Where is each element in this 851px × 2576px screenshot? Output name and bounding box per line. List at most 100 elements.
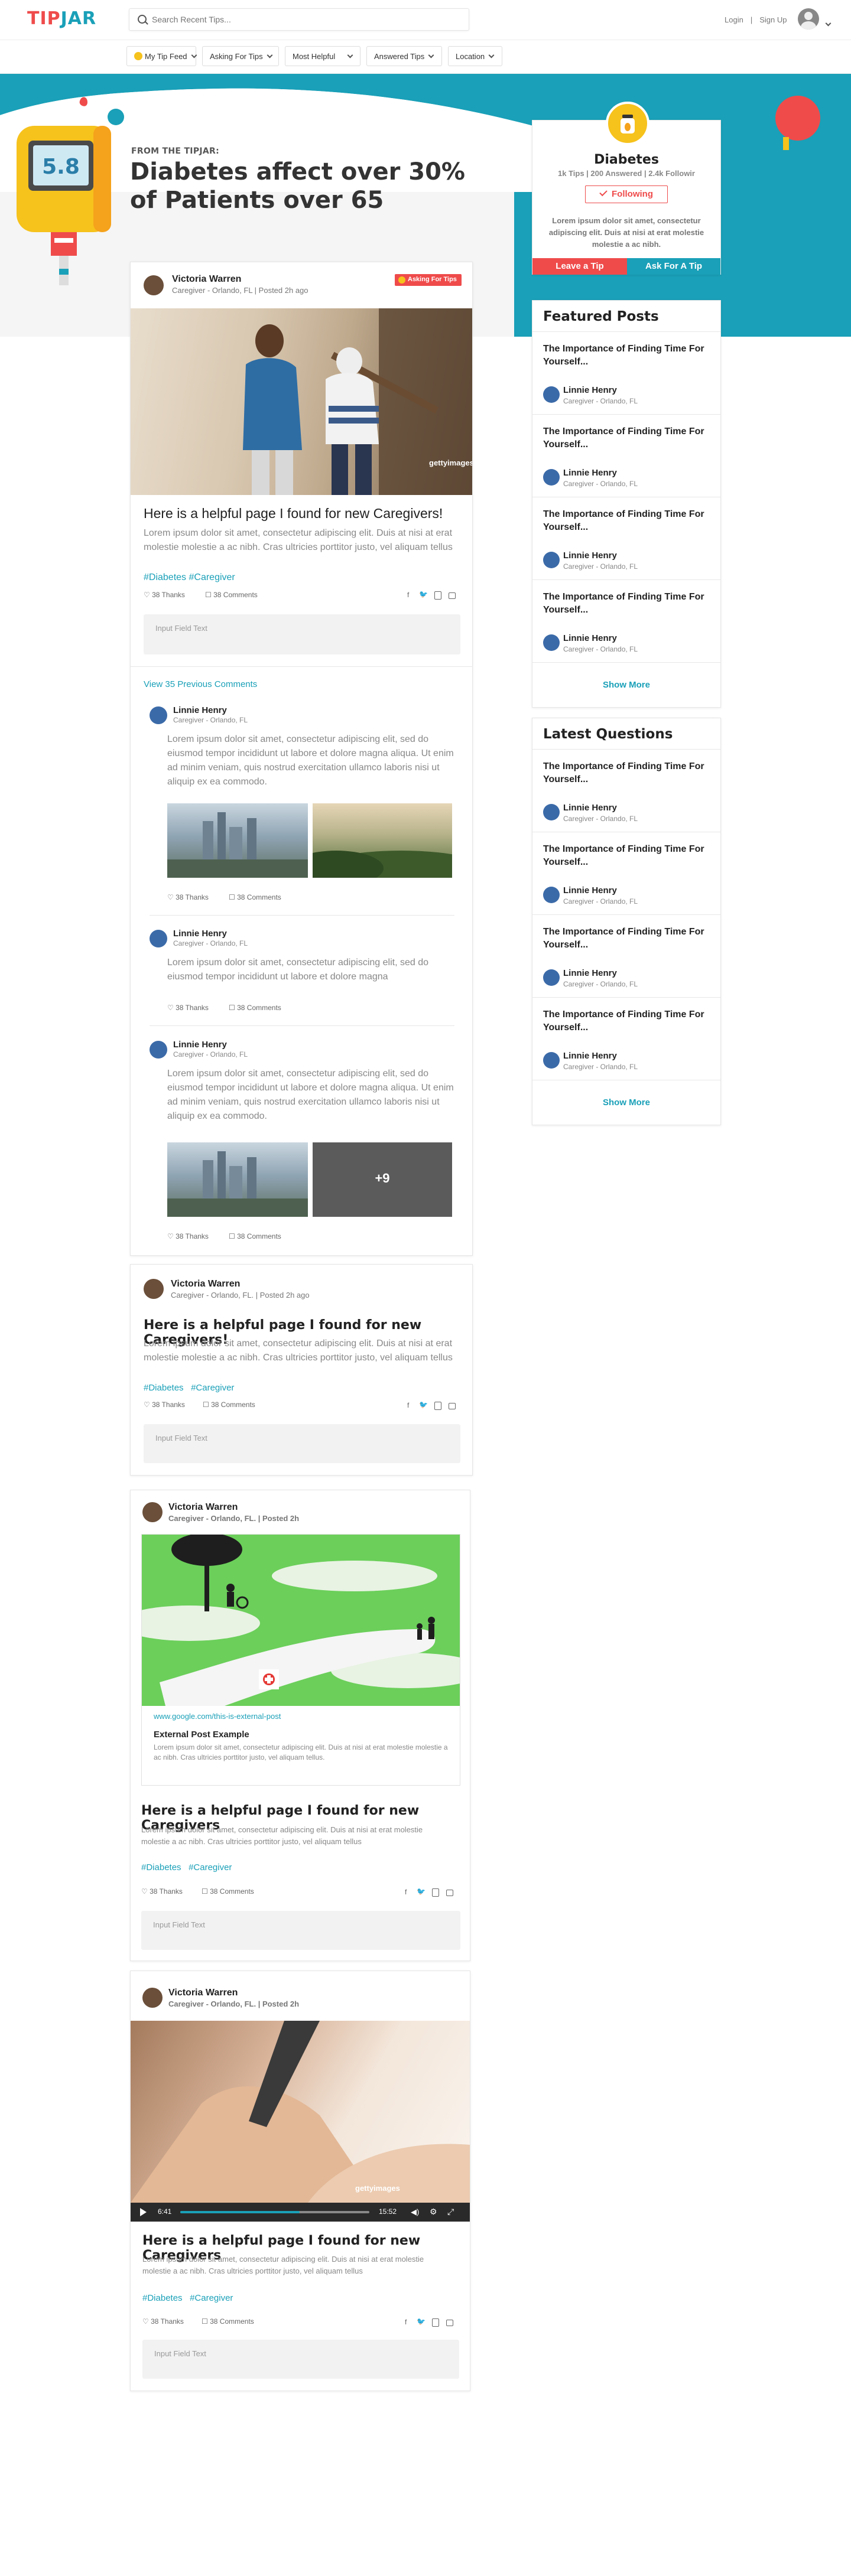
share-twitter-icon[interactable]: 🐦 bbox=[419, 1401, 428, 1409]
featured-post-item[interactable]: The Importance of Finding Time For Yours… bbox=[532, 331, 720, 414]
comment-thanks[interactable]: ♡ 38 Thanks bbox=[167, 893, 209, 901]
latest-question-item[interactable]: The Importance of Finding Time For Yours… bbox=[532, 832, 720, 914]
author-name[interactable]: Victoria Warren bbox=[168, 1988, 238, 1998]
play-icon[interactable] bbox=[140, 2208, 147, 2216]
share-facebook-icon[interactable]: f bbox=[407, 591, 409, 599]
tag-caregiver[interactable]: #Caregiver bbox=[189, 1862, 232, 1872]
comment-replies[interactable]: ☐ 38 Comments bbox=[229, 893, 281, 901]
share-twitter-icon[interactable]: 🐦 bbox=[417, 2317, 426, 2326]
commenter-avatar[interactable] bbox=[150, 1041, 167, 1059]
comment-input[interactable]: Input Field Text bbox=[142, 2340, 459, 2379]
commenter-avatar[interactable] bbox=[150, 930, 167, 947]
signup-link[interactable]: Sign Up bbox=[759, 15, 787, 24]
tag-diabetes[interactable]: #Diabetes bbox=[141, 1862, 181, 1872]
settings-gear-icon[interactable]: ⚙ bbox=[430, 2207, 437, 2217]
comment-replies[interactable]: ☐ 38 Comments bbox=[229, 1232, 281, 1240]
comment-input[interactable]: Input Field Text bbox=[141, 1911, 460, 1950]
share-facebook-icon[interactable]: f bbox=[405, 1888, 407, 1896]
comment-image-landscape[interactable] bbox=[313, 803, 452, 878]
flag-icon[interactable] bbox=[446, 1890, 453, 1896]
external-link-title[interactable]: External Post Example bbox=[154, 1730, 249, 1740]
external-link-preview[interactable]: www.google.com/this-is-external-post Ext… bbox=[141, 1534, 460, 1786]
share-facebook-icon[interactable]: f bbox=[407, 1401, 409, 1409]
commenter-avatar[interactable] bbox=[150, 706, 167, 724]
featured-post-item[interactable]: The Importance of Finding Time For Yours… bbox=[532, 497, 720, 579]
comment-image-city-skyline[interactable] bbox=[167, 1142, 308, 1217]
question-title[interactable]: The Importance of Finding Time For Yours… bbox=[543, 1008, 709, 1034]
question-title[interactable]: The Importance of Finding Time For Yours… bbox=[543, 843, 709, 869]
featured-post-title[interactable]: The Importance of Finding Time For Yours… bbox=[543, 591, 709, 617]
latest-question-item[interactable]: The Importance of Finding Time For Yours… bbox=[532, 749, 720, 832]
author-name[interactable]: Victoria Warren bbox=[168, 1502, 238, 1513]
fullscreen-icon[interactable]: ⤢ bbox=[447, 2207, 454, 2217]
featured-post-title[interactable]: The Importance of Finding Time For Yours… bbox=[543, 343, 709, 369]
video-progress-bar[interactable] bbox=[180, 2211, 369, 2213]
commenter-name[interactable]: Linnie Henry bbox=[173, 929, 227, 939]
comment-input[interactable]: Input Field Text bbox=[144, 1424, 460, 1463]
tag-diabetes[interactable]: #Diabetes bbox=[144, 1383, 184, 1393]
comment-input[interactable]: Input Field Text bbox=[144, 614, 460, 654]
comment-image-city-skyline[interactable] bbox=[167, 803, 308, 878]
comment-thanks[interactable]: ♡ 38 Thanks bbox=[167, 1004, 209, 1012]
post-title[interactable]: Here is a helpful page I found for new C… bbox=[144, 506, 463, 522]
bookmark-icon[interactable] bbox=[434, 591, 441, 600]
tag-caregiver[interactable]: #Caregiver bbox=[190, 2293, 233, 2303]
thanks-count[interactable]: ♡ 38 Thanks bbox=[141, 1887, 183, 1896]
filter-answered-tips[interactable]: Answered Tips bbox=[366, 46, 442, 66]
login-link[interactable]: Login bbox=[725, 15, 743, 24]
flag-icon[interactable] bbox=[449, 592, 456, 599]
latest-question-item[interactable]: The Importance of Finding Time For Yours… bbox=[532, 914, 720, 997]
leave-tip-button[interactable]: Leave a Tip bbox=[532, 258, 627, 275]
flag-icon[interactable] bbox=[449, 1403, 456, 1409]
featured-post-item[interactable]: The Importance of Finding Time For Yours… bbox=[532, 579, 720, 662]
filter-my-tip-feed[interactable]: My Tip Feed bbox=[126, 46, 197, 66]
filter-asking-for-tips[interactable]: Asking For Tips bbox=[202, 46, 279, 66]
thanks-count[interactable]: ♡ 38 Thanks bbox=[142, 2317, 184, 2326]
thanks-count[interactable]: ♡ 38 Thanks bbox=[144, 1401, 185, 1409]
volume-icon[interactable]: ◀) bbox=[411, 2207, 419, 2217]
flag-icon[interactable] bbox=[446, 2320, 453, 2326]
share-facebook-icon[interactable]: f bbox=[405, 2318, 407, 2326]
tag-caregiver[interactable]: #Caregiver bbox=[191, 1383, 234, 1393]
featured-show-more-link[interactable]: Show More bbox=[532, 662, 720, 707]
tag-diabetes[interactable]: #Diabetes bbox=[142, 2293, 183, 2303]
filter-most-helpful[interactable]: Most Helpful bbox=[285, 46, 360, 66]
user-avatar[interactable] bbox=[798, 8, 819, 30]
comments-count[interactable]: ☐ 38 Comments bbox=[205, 591, 258, 599]
post-tags[interactable]: #Diabetes #Caregiver bbox=[142, 2293, 233, 2303]
search-input[interactable] bbox=[152, 9, 459, 30]
commenter-name[interactable]: Linnie Henry bbox=[173, 705, 227, 715]
ask-tip-button[interactable]: Ask For A Tip bbox=[627, 258, 720, 275]
post-image-caregiver-helping-senior[interactable]: gettyimages bbox=[131, 308, 472, 495]
share-twitter-icon[interactable]: 🐦 bbox=[417, 1887, 426, 1896]
bookmark-icon[interactable] bbox=[434, 1402, 441, 1410]
post-tags[interactable]: #Diabetes #Caregiver bbox=[144, 1383, 234, 1393]
featured-post-title[interactable]: The Importance of Finding Time For Yours… bbox=[543, 508, 709, 534]
featured-post-title[interactable]: The Importance of Finding Time For Yours… bbox=[543, 425, 709, 451]
external-link-url[interactable]: www.google.com/this-is-external-post bbox=[154, 1712, 281, 1721]
comments-count[interactable]: ☐ 38 Comments bbox=[202, 2317, 254, 2326]
comment-thanks[interactable]: ♡ 38 Thanks bbox=[167, 1232, 209, 1240]
question-title[interactable]: The Importance of Finding Time For Yours… bbox=[543, 926, 709, 952]
following-button[interactable]: Following bbox=[585, 185, 668, 203]
author-name[interactable]: Victoria Warren bbox=[172, 274, 241, 285]
author-avatar[interactable] bbox=[144, 275, 164, 295]
comment-replies[interactable]: ☐ 38 Comments bbox=[229, 1004, 281, 1012]
share-twitter-icon[interactable]: 🐦 bbox=[419, 590, 428, 598]
post-tags[interactable]: #Diabetes #Caregiver bbox=[144, 572, 235, 583]
view-previous-comments-link[interactable]: View 35 Previous Comments bbox=[144, 679, 257, 689]
author-avatar[interactable] bbox=[144, 1279, 164, 1299]
question-title[interactable]: The Importance of Finding Time For Yours… bbox=[543, 760, 709, 786]
comments-count[interactable]: ☐ 38 Comments bbox=[202, 1887, 254, 1896]
author-name[interactable]: Victoria Warren bbox=[171, 1279, 240, 1289]
featured-post-item[interactable]: The Importance of Finding Time For Yours… bbox=[532, 414, 720, 497]
author-avatar[interactable] bbox=[142, 1988, 163, 2008]
author-avatar[interactable] bbox=[142, 1502, 163, 1522]
tipjar-logo[interactable]: TIPJAR bbox=[27, 8, 96, 29]
latest-question-item[interactable]: The Importance of Finding Time For Yours… bbox=[532, 997, 720, 1080]
bookmark-icon[interactable] bbox=[432, 2318, 439, 2327]
comments-count[interactable]: ☐ 38 Comments bbox=[203, 1401, 255, 1409]
chevron-down-icon[interactable] bbox=[825, 20, 831, 27]
post-tags[interactable]: #Diabetes #Caregiver bbox=[141, 1862, 232, 1872]
more-images-overlay[interactable]: +9 bbox=[313, 1142, 452, 1217]
